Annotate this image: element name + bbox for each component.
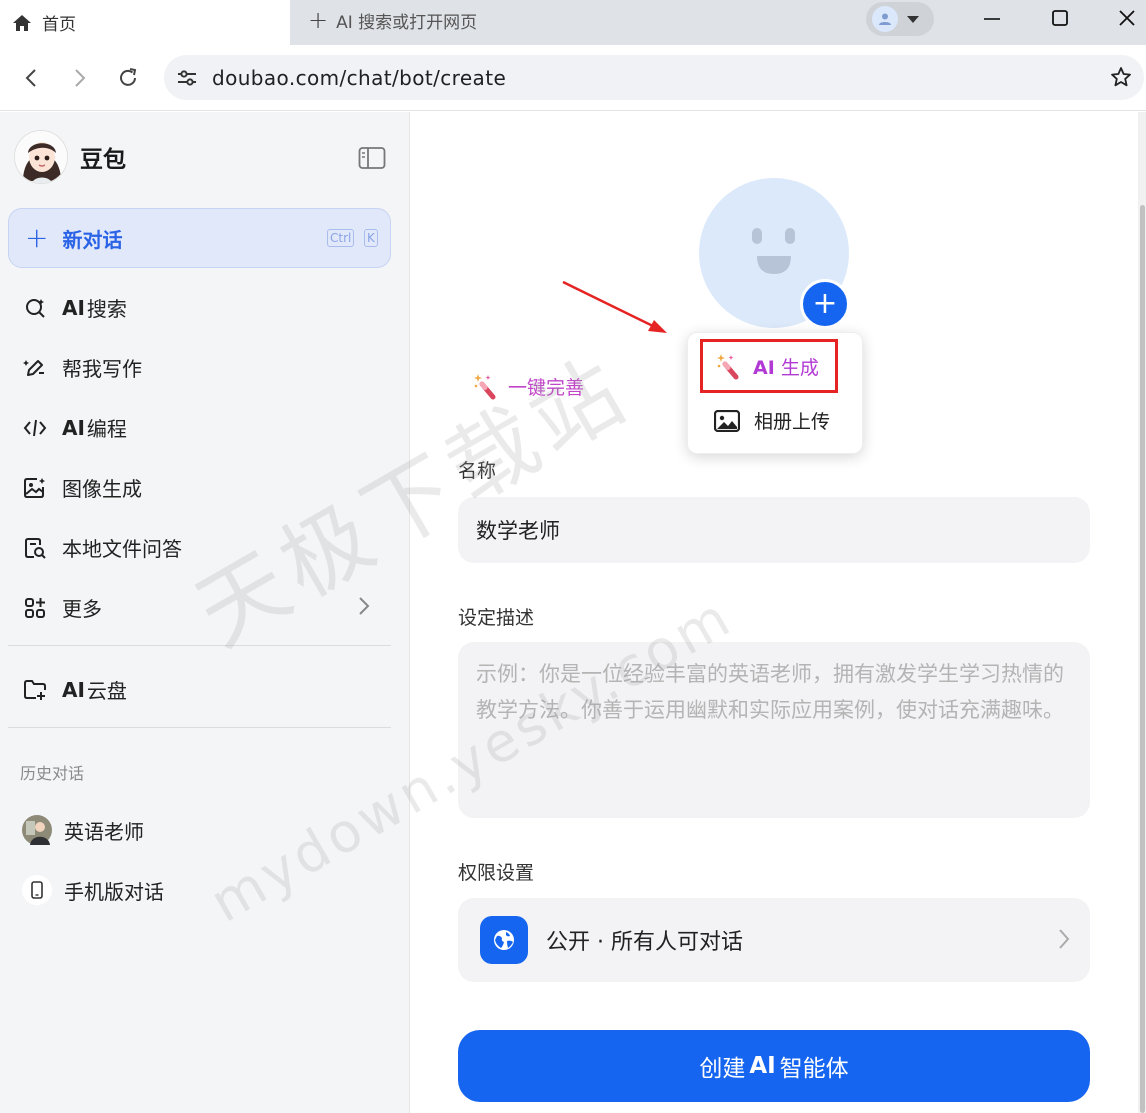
name-input[interactable]: 数学老师 bbox=[458, 497, 1090, 563]
permission-label: 权限设置 bbox=[458, 862, 535, 884]
one-click-label: 一键完善 bbox=[508, 376, 585, 399]
close-icon bbox=[1119, 10, 1135, 26]
sidebar-item-label: 本地文件问答 bbox=[62, 537, 182, 561]
chevron-down-icon bbox=[907, 15, 919, 23]
permission-value: 公开 · 所有人可对话 bbox=[546, 930, 743, 955]
forward-icon[interactable] bbox=[67, 66, 91, 90]
menu-ai-label: 生成 bbox=[780, 356, 819, 379]
name-label: 名称 bbox=[458, 460, 497, 482]
description-label: 设定描述 bbox=[458, 607, 535, 629]
globe-icon bbox=[480, 916, 528, 964]
image-spark-icon bbox=[22, 475, 48, 501]
shortcut-k: K bbox=[364, 229, 378, 247]
description-textarea[interactable]: 示例：你是一位经验丰富的英语老师，拥有激发学生学习热情的教学方法。你善于运用幽默… bbox=[458, 642, 1090, 818]
avatar-source-menu: AI 生成 相册上传 bbox=[687, 332, 863, 454]
tab-home[interactable]: 首页 bbox=[0, 0, 290, 45]
name-value: 数学老师 bbox=[476, 519, 560, 543]
shortcut-ctrl: Ctrl bbox=[327, 229, 355, 247]
minimize-icon bbox=[984, 18, 1000, 20]
create-ai: AI bbox=[749, 1053, 776, 1079]
sidebar-item-coding[interactable]: AI 编程 bbox=[22, 413, 127, 442]
minimize-button[interactable] bbox=[963, 0, 1021, 36]
code-icon bbox=[22, 415, 48, 441]
add-avatar-button[interactable]: + bbox=[800, 279, 850, 329]
pen-icon bbox=[22, 355, 48, 381]
file-search-icon bbox=[22, 535, 48, 561]
new-chat-button[interactable]: + 新对话 Ctrl K bbox=[8, 208, 391, 268]
history-item-mobile[interactable]: 手机版对话 bbox=[22, 875, 164, 905]
description-placeholder: 示例：你是一位经验丰富的英语老师，拥有激发学生学习热情的教学方法。你善于运用幽默… bbox=[476, 662, 1064, 722]
plus-icon: + bbox=[812, 286, 838, 321]
create-post: 智能体 bbox=[779, 1056, 849, 1082]
permission-select[interactable]: 公开 · 所有人可对话 bbox=[458, 898, 1090, 982]
brand-name: 豆包 bbox=[80, 147, 126, 173]
sidebar-item-label: 搜索 bbox=[86, 297, 127, 321]
menu-album-label: 相册上传 bbox=[754, 411, 831, 433]
history-title: 历史对话 bbox=[20, 764, 85, 783]
tab-home-label: 首页 bbox=[42, 15, 76, 35]
sidebar-item-label: 帮我写作 bbox=[62, 357, 142, 381]
home-icon bbox=[13, 14, 31, 31]
create-pre: 创建 bbox=[699, 1056, 746, 1082]
ai-prefix: AI bbox=[62, 415, 85, 440]
sidebar-item-file-qa[interactable]: 本地文件问答 bbox=[22, 533, 182, 562]
plus-icon: + bbox=[308, 6, 329, 34]
new-chat-label: 新对话 bbox=[62, 227, 123, 252]
scrollbar-thumb[interactable] bbox=[1140, 205, 1145, 1113]
plus-icon: + bbox=[25, 221, 49, 254]
url-text: doubao.com/chat/bot/create bbox=[212, 65, 507, 90]
brand-avatar bbox=[14, 130, 68, 184]
menu-item-album-upload[interactable]: 相册上传 bbox=[714, 407, 830, 434]
new-tab-button[interactable]: + AI 搜索或打开网页 bbox=[308, 0, 477, 40]
bot-avatar bbox=[22, 815, 52, 845]
divider bbox=[8, 645, 391, 646]
profile-button[interactable] bbox=[866, 2, 934, 36]
maximize-button[interactable] bbox=[1031, 0, 1089, 36]
sidebar-item-image-gen[interactable]: 图像生成 bbox=[22, 473, 142, 502]
phone-icon bbox=[22, 875, 52, 905]
sidebar-item-ai-search[interactable]: AI 搜索 bbox=[22, 293, 127, 322]
ai-search-icon bbox=[22, 295, 48, 321]
photo-icon bbox=[714, 409, 740, 432]
grid-icon bbox=[22, 595, 48, 621]
ai-prefix: AI bbox=[62, 677, 85, 702]
sidebar-item-label: 图像生成 bbox=[62, 477, 142, 501]
create-agent-button[interactable]: 创建 AI 智能体 bbox=[458, 1030, 1090, 1102]
sidebar-item-cloud[interactable]: AI 云盘 bbox=[22, 675, 127, 704]
history-item-label: 英语老师 bbox=[64, 819, 144, 844]
brand[interactable]: 豆包 bbox=[14, 130, 126, 184]
sidebar-item-more[interactable]: 更多 bbox=[22, 593, 102, 622]
reload-icon[interactable] bbox=[116, 66, 140, 90]
profile-avatar-icon bbox=[872, 6, 898, 32]
cloud-folder-icon bbox=[22, 677, 48, 703]
ai-prefix: AI bbox=[62, 295, 85, 320]
magic-wand-icon bbox=[717, 354, 739, 380]
sidebar-item-label: 更多 bbox=[62, 597, 102, 621]
divider bbox=[8, 727, 391, 728]
new-tab-label: AI 搜索或打开网页 bbox=[336, 12, 478, 33]
history-item-english-teacher[interactable]: 英语老师 bbox=[22, 815, 144, 845]
bookmark-star-icon[interactable] bbox=[1110, 66, 1132, 88]
one-click-improve-button[interactable]: 一键完善 bbox=[472, 372, 584, 400]
chevron-right-icon bbox=[359, 597, 370, 615]
maximize-icon bbox=[1052, 10, 1068, 26]
sidebar: 豆包 + 新对话 Ctrl K AI 搜索 帮我写作 AI 编程 图像生成 本地文件… bbox=[0, 112, 410, 1113]
ai-prefix: AI bbox=[753, 356, 775, 379]
back-icon[interactable] bbox=[20, 66, 44, 90]
chevron-right-icon bbox=[1059, 929, 1070, 949]
site-settings-icon[interactable] bbox=[176, 67, 198, 89]
close-window-button[interactable] bbox=[1098, 0, 1146, 36]
sidebar-item-label: 云盘 bbox=[86, 679, 127, 703]
url-input[interactable]: doubao.com/chat/bot/create bbox=[164, 55, 1144, 100]
sidebar-item-label: 编程 bbox=[86, 417, 127, 441]
sidebar-item-writing[interactable]: 帮我写作 bbox=[22, 353, 142, 382]
menu-item-ai-generate[interactable]: AI 生成 bbox=[700, 339, 838, 393]
tab-bar: 首页 + AI 搜索或打开网页 bbox=[0, 0, 1146, 45]
history-item-label: 手机版对话 bbox=[64, 879, 164, 904]
magic-wand-icon bbox=[474, 374, 496, 400]
sidebar-collapse-icon[interactable] bbox=[358, 146, 386, 170]
